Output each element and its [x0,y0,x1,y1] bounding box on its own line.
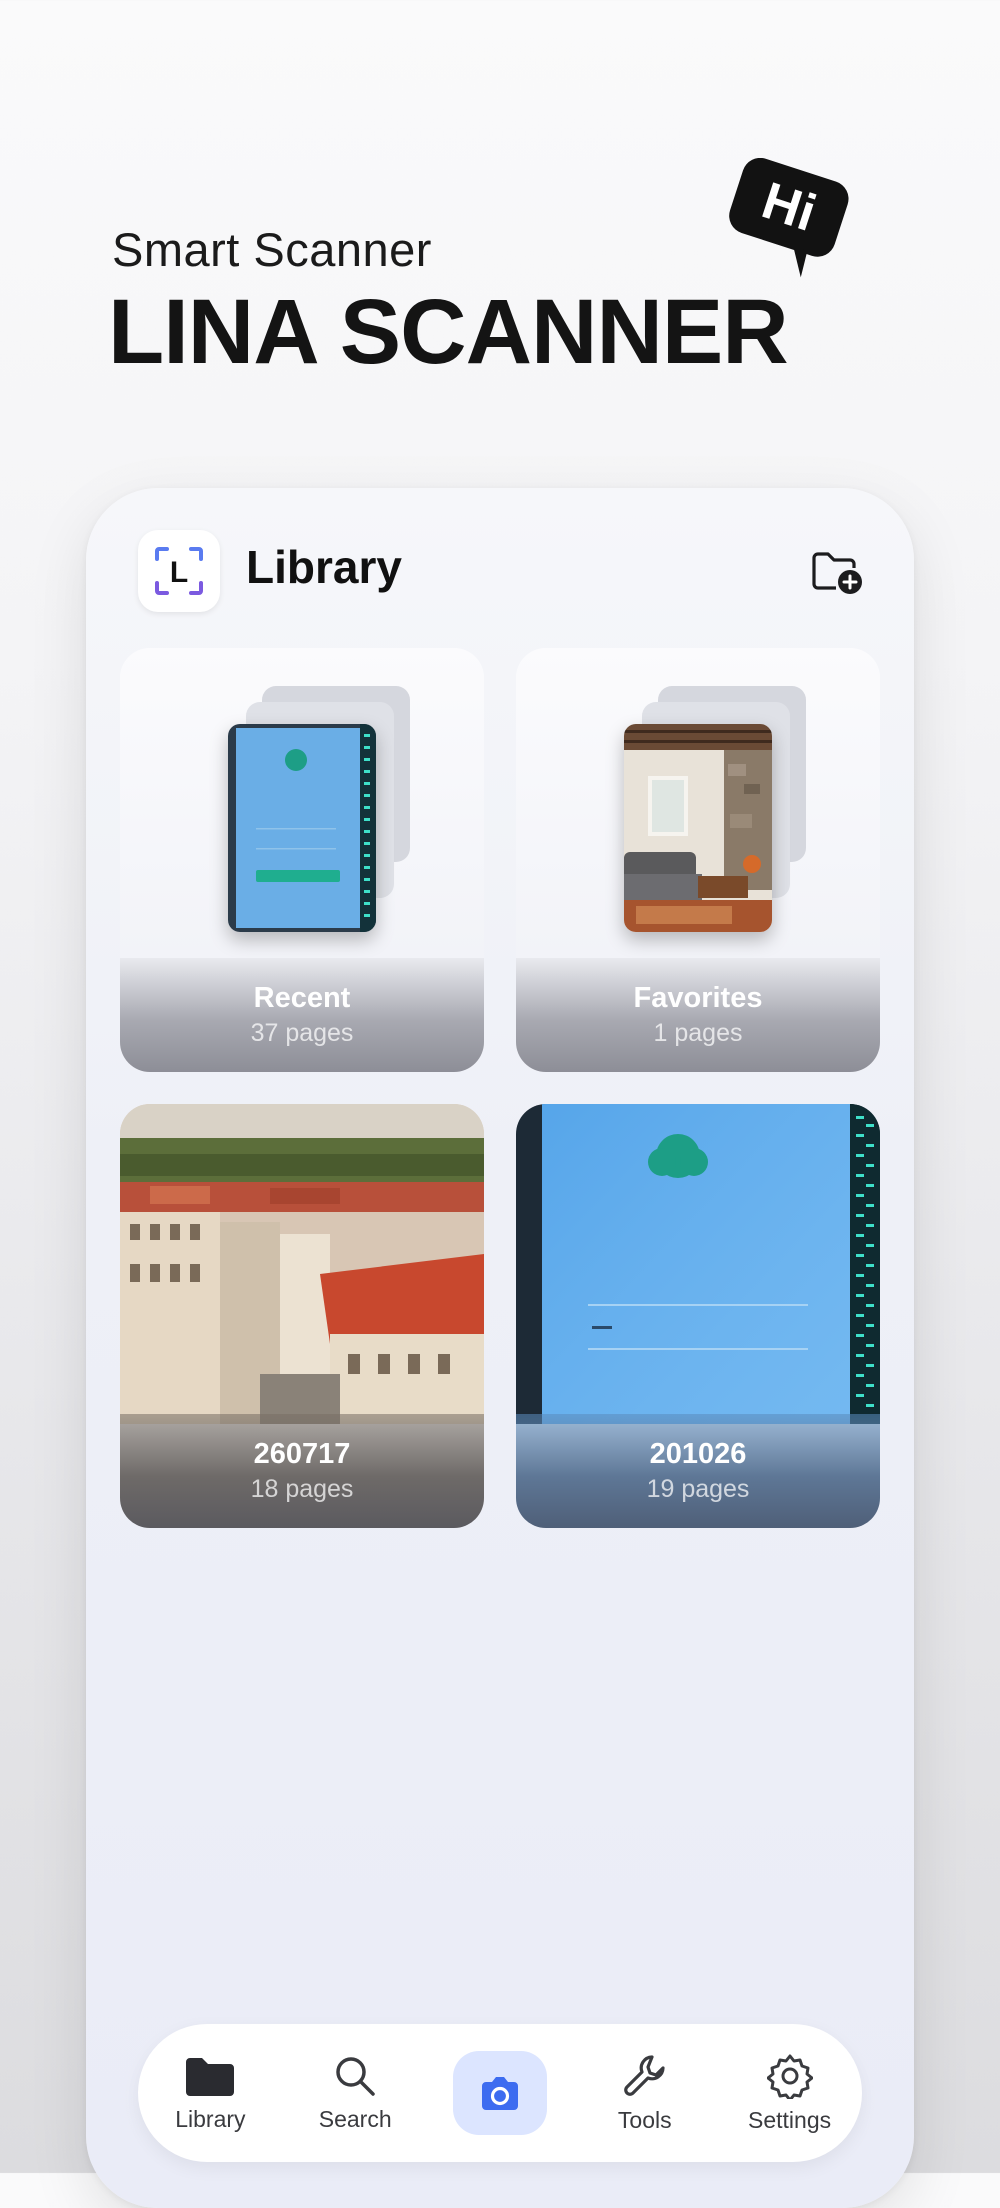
album-label: 260717 18 pages [120,1414,484,1528]
album-label: 201026 19 pages [516,1414,880,1528]
album-cover [120,648,484,958]
album-card-201026[interactable]: 201026 19 pages [516,1104,880,1528]
nav-settings[interactable]: Settings [730,2033,850,2153]
wrench-icon [623,2054,665,2096]
album-thumbnail [624,724,772,932]
hi-speech-bubble-icon: Hi [729,158,849,278]
album-page-count: 19 pages [646,1475,750,1503]
nav-label: Tools [617,2106,672,2133]
scanner-logo-icon: L [155,547,203,595]
album-name: Recent [253,982,351,1014]
bottom-navigation: Library Search Tools Settings [138,2024,862,2162]
app-screen: L Library Recent 37 pages Favorites 1 pa… [86,488,914,2208]
nav-library[interactable]: Library [150,2033,270,2153]
album-page-count: 18 pages [250,1475,354,1503]
logo-letter: L [170,556,188,589]
nav-search[interactable]: Search [295,2033,415,2153]
album-label: Favorites 1 pages [516,958,880,1072]
nav-tools[interactable]: Tools [585,2033,705,2153]
album-label: Recent 37 pages [120,958,484,1072]
nav-label: Search [318,2105,392,2132]
album-cover [516,648,880,958]
hero-title: LINA SCANNER [108,281,789,383]
album-thumbnail [120,1104,484,1424]
camera-icon [481,2077,518,2110]
camera-button[interactable] [452,2051,547,2135]
album-name: 260717 [253,1438,351,1470]
album-thumbnail [516,1104,880,1424]
album-name: 201026 [649,1438,747,1470]
album-name: Favorites [633,982,763,1014]
album-page-count: 1 pages [653,1019,743,1047]
app-logo: L [138,530,220,612]
album-page-count: 37 pages [250,1019,354,1047]
album-card-260717[interactable]: 260717 18 pages [120,1104,484,1528]
gear-icon [766,2054,813,2099]
album-card-favorites[interactable]: Favorites 1 pages [516,648,880,1072]
hero-subtitle: Smart Scanner [112,223,432,276]
page-title: Library [246,541,402,593]
album-thumbnail [228,724,376,932]
nav-camera[interactable] [440,2033,560,2153]
add-folder-icon[interactable] [810,546,864,596]
nav-label: Settings [748,2106,832,2133]
folder-icon [186,2057,235,2096]
search-icon [336,2056,375,2096]
nav-label: Library [175,2105,246,2132]
album-card-recent[interactable]: Recent 37 pages [120,648,484,1072]
